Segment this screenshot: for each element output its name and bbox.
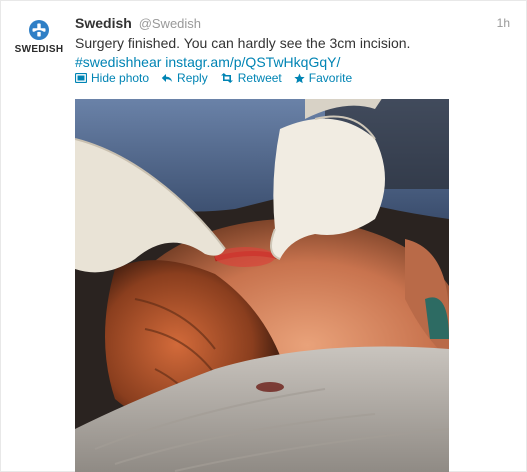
favorite-button[interactable]: Favorite bbox=[294, 71, 352, 85]
retweet-icon bbox=[220, 73, 233, 83]
user-handle[interactable]: @Swedish bbox=[139, 16, 201, 31]
tweet-header: Swedish @Swedish bbox=[75, 14, 201, 33]
reply-button[interactable]: Reply bbox=[161, 71, 208, 85]
photo-icon bbox=[75, 73, 87, 83]
retweet-button[interactable]: Retweet bbox=[220, 71, 282, 85]
retweet-label: Retweet bbox=[237, 71, 282, 85]
star-icon bbox=[294, 72, 305, 83]
tweet-text: Surgery finished. You can hardly see the… bbox=[75, 34, 505, 72]
instagram-link[interactable]: instagr.am/p/QSTwHkqGqY/ bbox=[165, 54, 340, 70]
hashtag-link[interactable]: #swedishhear bbox=[75, 54, 161, 70]
tweet-timestamp[interactable]: 1h bbox=[497, 16, 510, 30]
reply-arrow-icon bbox=[161, 74, 173, 82]
tweet-body: Surgery finished. You can hardly see the… bbox=[75, 35, 411, 51]
favorite-label: Favorite bbox=[308, 71, 353, 85]
tweet-photo[interactable] bbox=[75, 99, 449, 472]
tweet-card: SWEDISH Swedish @Swedish 1h Surgery fini… bbox=[0, 0, 527, 472]
surgery-photo-image bbox=[75, 99, 449, 472]
swedish-logo-icon bbox=[29, 20, 49, 40]
tweet-actions: Hide photo Reply Retweet Favorite bbox=[75, 71, 364, 85]
avatar-wordmark: SWEDISH bbox=[14, 44, 64, 55]
user-fullname[interactable]: Swedish bbox=[75, 15, 132, 31]
hide-photo-button[interactable]: Hide photo bbox=[75, 71, 149, 85]
avatar[interactable]: SWEDISH bbox=[12, 19, 66, 67]
reply-label: Reply bbox=[177, 71, 208, 85]
hide-photo-label: Hide photo bbox=[91, 71, 150, 85]
